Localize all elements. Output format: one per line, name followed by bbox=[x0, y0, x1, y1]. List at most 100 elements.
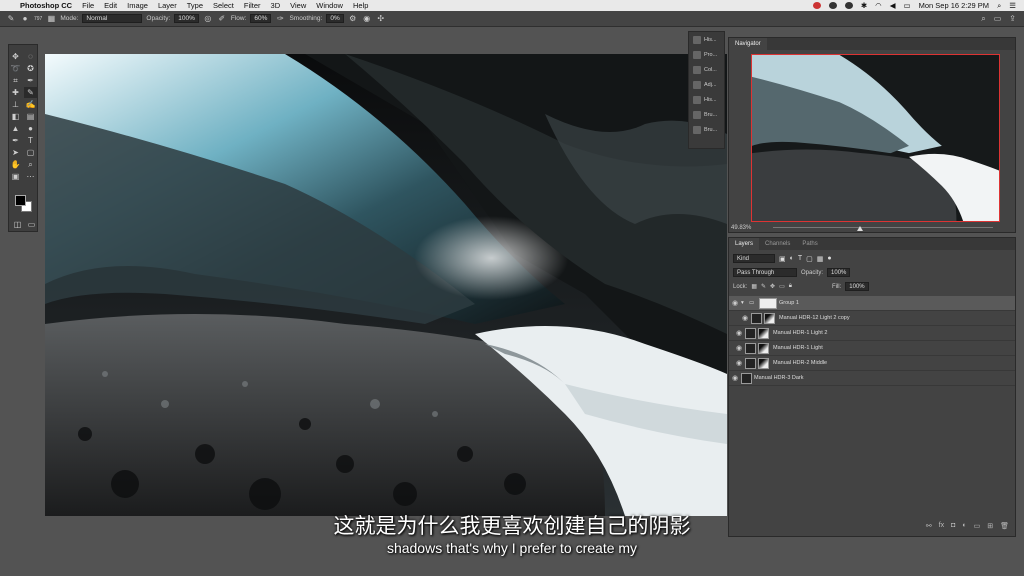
move-tool-icon[interactable]: ✥ bbox=[9, 51, 22, 62]
shape-tool-icon[interactable]: ▢ bbox=[24, 147, 37, 158]
color-panel-button[interactable]: Col... bbox=[689, 63, 724, 77]
airbrush-toggle-icon[interactable]: ✑ bbox=[275, 14, 285, 23]
history-panel-button[interactable]: His... bbox=[689, 33, 724, 47]
histogram-panel-button[interactable]: His... bbox=[689, 93, 724, 107]
layer-name[interactable]: Group 1 bbox=[779, 300, 799, 306]
volume-icon[interactable]: ◀ bbox=[890, 1, 896, 10]
brush-size[interactable]: 797 bbox=[34, 16, 42, 22]
eyedropper-tool-icon[interactable]: ✒ bbox=[24, 75, 37, 86]
layer-name[interactable]: Manual HDR-1 Light bbox=[773, 345, 823, 351]
properties-panel-button[interactable]: Pro... bbox=[689, 48, 724, 62]
hand-tool-icon[interactable]: ✋ bbox=[9, 159, 22, 170]
lock-pixels-icon[interactable]: ✎ bbox=[761, 283, 766, 290]
layer-thumbnail[interactable] bbox=[745, 327, 756, 339]
eraser-tool-icon[interactable]: ◧ bbox=[9, 111, 22, 122]
menu-image[interactable]: Image bbox=[127, 1, 148, 10]
brush-settings-panel-button[interactable]: Bru... bbox=[689, 108, 724, 122]
navigator-zoom-slider[interactable] bbox=[773, 227, 993, 228]
status-app-icon[interactable] bbox=[812, 2, 821, 9]
lock-transparent-icon[interactable]: ▦ bbox=[751, 283, 757, 290]
gradient-tool-icon[interactable]: ▤ bbox=[24, 111, 37, 122]
layer-row[interactable]: ◉ Manual HDR-1 Light bbox=[729, 341, 1015, 356]
layer-row[interactable]: ◉ Manual HDR-2 Middle bbox=[729, 356, 1015, 371]
more-tools-icon[interactable]: ⋯ bbox=[24, 171, 37, 182]
layer-mask-thumbnail[interactable] bbox=[759, 297, 777, 309]
notification-icon[interactable]: ☰ bbox=[1009, 1, 1016, 10]
lock-position-icon[interactable]: ✥ bbox=[770, 283, 775, 290]
blur-tool-icon[interactable]: ▲ bbox=[9, 123, 22, 134]
menu-3d[interactable]: 3D bbox=[271, 1, 281, 10]
spotlight-icon[interactable]: ⌕ bbox=[997, 1, 1001, 11]
filter-toggle-icon[interactable]: ● bbox=[827, 255, 831, 262]
document-canvas[interactable] bbox=[45, 54, 727, 516]
menu-select[interactable]: Select bbox=[213, 1, 234, 10]
menu-edit[interactable]: Edit bbox=[104, 1, 117, 10]
pressure-opacity-icon[interactable]: ◎ bbox=[203, 14, 213, 23]
screen-mode-icon[interactable]: ▭ bbox=[25, 219, 38, 230]
airbrush-icon[interactable]: ✐ bbox=[217, 14, 227, 23]
menu-view[interactable]: View bbox=[290, 1, 306, 10]
layer-name[interactable]: Manual HDR-12 Light 2 copy bbox=[779, 315, 850, 321]
visibility-eye-icon[interactable]: ◉ bbox=[729, 299, 741, 307]
smoothing-options-icon[interactable]: ⚙ bbox=[348, 14, 358, 23]
bluetooth-icon[interactable]: ✱ bbox=[861, 1, 867, 10]
visibility-eye-icon[interactable]: ◉ bbox=[733, 344, 745, 352]
foreground-color-swatch[interactable] bbox=[15, 195, 26, 206]
app-name[interactable]: Photoshop CC bbox=[20, 1, 72, 10]
fill-field[interactable]: 100% bbox=[845, 282, 869, 291]
layer-name[interactable]: Manual HDR-3 Dark bbox=[754, 375, 804, 381]
layer-name[interactable]: Manual HDR-1 Light 2 bbox=[773, 330, 827, 336]
layer-mask-thumbnail[interactable] bbox=[758, 357, 769, 369]
opacity-field[interactable]: 100% bbox=[174, 14, 199, 23]
history-brush-tool-icon[interactable]: ✍ bbox=[24, 99, 37, 110]
dodge-tool-icon[interactable]: ● bbox=[24, 123, 37, 134]
edit-toolbar-icon[interactable]: ▣ bbox=[9, 171, 22, 182]
layer-row[interactable]: ◉ Manual HDR-3 Dark bbox=[729, 371, 1015, 386]
pen-tool-icon[interactable]: ✒ bbox=[9, 135, 22, 146]
filter-shape-icon[interactable]: ▢ bbox=[806, 255, 813, 263]
filter-smart-icon[interactable]: ▦ bbox=[817, 255, 824, 263]
tab-paths[interactable]: Paths bbox=[796, 238, 823, 250]
adjustments-panel-button[interactable]: Adj... bbox=[689, 78, 724, 92]
layer-mask-thumbnail[interactable] bbox=[764, 312, 775, 324]
layer-name[interactable]: Manual HDR-2 Middle bbox=[773, 360, 827, 366]
lock-artboard-icon[interactable]: ▭ bbox=[779, 283, 785, 290]
stamp-tool-icon[interactable]: ⊥ bbox=[9, 99, 22, 110]
layer-row[interactable]: ◉ Manual HDR-12 Light 2 copy bbox=[729, 311, 1015, 326]
layer-mask-thumbnail[interactable] bbox=[758, 327, 769, 339]
visibility-eye-icon[interactable]: ◉ bbox=[733, 359, 745, 367]
zoom-tool-icon[interactable]: ⌕ bbox=[24, 159, 37, 170]
lasso-tool-icon[interactable]: ➰ bbox=[9, 63, 22, 74]
brush-panel-icon[interactable]: ▦ bbox=[46, 14, 56, 23]
visibility-eye-icon[interactable]: ◉ bbox=[729, 374, 741, 382]
smoothing-field[interactable]: 0% bbox=[326, 14, 344, 23]
tab-layers[interactable]: Layers bbox=[729, 238, 760, 250]
symmetry-icon[interactable]: ✣ bbox=[376, 14, 386, 23]
healing-tool-icon[interactable]: ✚ bbox=[9, 87, 22, 98]
menu-file[interactable]: File bbox=[82, 1, 94, 10]
layer-thumbnail[interactable] bbox=[751, 312, 762, 324]
quick-mask-icon[interactable]: ◫ bbox=[11, 219, 24, 230]
brush-tool-icon[interactable]: ✎ bbox=[6, 14, 16, 23]
blend-mode-select[interactable]: Pass Through bbox=[733, 268, 797, 277]
path-select-tool-icon[interactable]: ➤ bbox=[9, 147, 22, 158]
visibility-eye-icon[interactable]: ◉ bbox=[733, 329, 745, 337]
status-sync-icon[interactable] bbox=[844, 2, 853, 9]
layer-opacity-field[interactable]: 100% bbox=[827, 268, 851, 277]
group-chevron-icon[interactable]: ▾ bbox=[741, 300, 749, 306]
menu-type[interactable]: Type bbox=[187, 1, 203, 10]
battery-icon[interactable]: ▭ bbox=[904, 1, 911, 10]
layer-thumbnail[interactable] bbox=[741, 372, 752, 384]
layer-thumbnail[interactable] bbox=[745, 357, 756, 369]
tab-channels[interactable]: Channels bbox=[759, 238, 796, 250]
menu-window[interactable]: Window bbox=[316, 1, 343, 10]
type-tool-icon[interactable]: T bbox=[24, 135, 37, 146]
brushes-panel-button[interactable]: Bru... bbox=[689, 123, 724, 137]
search-icon[interactable]: ⌕ bbox=[981, 14, 985, 24]
navigator-thumbnail[interactable] bbox=[751, 54, 1000, 222]
crop-tool-icon[interactable]: ⌗ bbox=[9, 75, 22, 86]
menu-help[interactable]: Help bbox=[353, 1, 368, 10]
lock-all-icon[interactable]: 🔒︎ bbox=[789, 283, 792, 290]
layer-mask-thumbnail[interactable] bbox=[758, 342, 769, 354]
wifi-icon[interactable]: ◠ bbox=[875, 1, 882, 10]
